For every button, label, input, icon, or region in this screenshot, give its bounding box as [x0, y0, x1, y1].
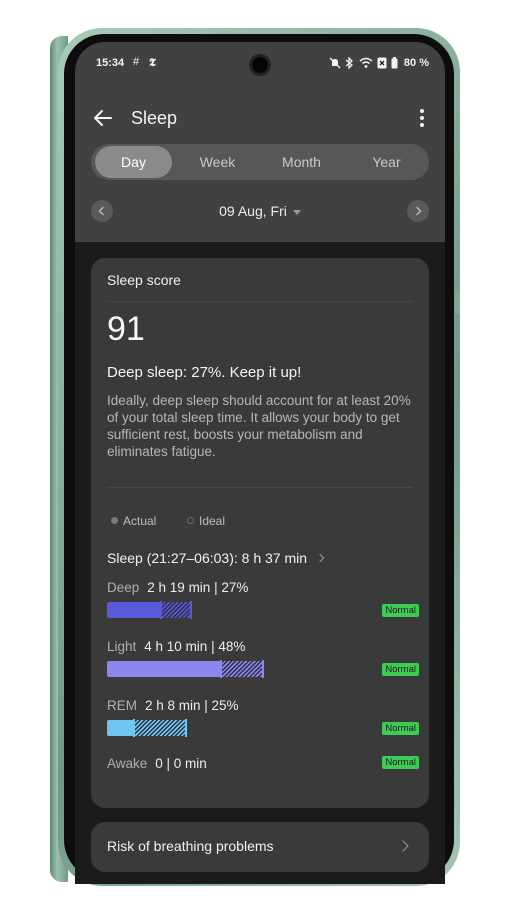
date-selector[interactable]: 09 Aug, Fri — [75, 203, 445, 219]
stage-bar-marker — [262, 660, 264, 678]
status-badge: Normal — [382, 756, 419, 769]
stage-bar-marker — [185, 719, 187, 737]
stage-label: Awake 0 | 0 min — [107, 756, 207, 771]
page-title: Sleep — [131, 108, 178, 128]
volume-button — [455, 140, 460, 180]
stage-name: Awake — [107, 756, 148, 771]
sleep-score-card: Sleep score 91 Deep sleep: 27%. Keep it … — [91, 258, 429, 808]
status-badge: Normal — [382, 722, 419, 735]
stage-bar-marker — [220, 660, 222, 678]
stage-name: Light — [107, 639, 137, 654]
sleep-stage-rem: REM 2 h 8 min | 25% Normal — [107, 698, 419, 748]
chevron-right-icon — [397, 840, 409, 852]
legend-ideal: Ideal — [187, 514, 225, 528]
battery-percentage: 80 % — [403, 57, 429, 69]
stage-bar — [107, 660, 347, 678]
stage-bar-ideal-range — [160, 602, 191, 618]
sleep-stage-deep: Deep 2 h 19 min | 27% Normal — [107, 580, 419, 630]
stage-name: Deep — [107, 580, 140, 595]
stage-bar-actual — [107, 661, 220, 677]
stage-label: Light 4 h 10 min | 48% — [107, 639, 245, 654]
next-day-button[interactable] — [407, 200, 429, 222]
legend-dot-ideal — [187, 517, 194, 524]
tab-month[interactable]: Month — [263, 146, 340, 178]
screen: 15:34 # 𝕿 80 % Sleep Day Week Month Year… — [75, 42, 445, 884]
mute-icon — [329, 57, 341, 69]
hash-icon: # — [133, 56, 140, 68]
stage-bar — [107, 719, 347, 737]
stage-bar-actual — [107, 720, 133, 736]
tab-week[interactable]: Week — [179, 146, 256, 178]
tab-day[interactable]: Day — [95, 146, 172, 178]
app-bar: Sleep — [75, 100, 445, 140]
period-tabs: Day Week Month Year — [91, 144, 429, 180]
chevron-right-icon — [415, 206, 422, 216]
legend-actual: Actual — [111, 514, 156, 528]
sleep-summary-link[interactable]: Sleep (21:27–06:03): 8 h 37 min — [107, 550, 325, 566]
sim-off-icon — [377, 57, 387, 69]
breathing-risk-card[interactable]: Risk of breathing problems — [91, 822, 429, 872]
stage-name: REM — [107, 698, 137, 713]
stage-label: REM 2 h 8 min | 25% — [107, 698, 239, 713]
stage-label: Deep 2 h 19 min | 27% — [107, 580, 248, 595]
status-time: 15:34 — [96, 57, 125, 69]
more-vert-icon[interactable] — [419, 106, 425, 130]
front-camera — [249, 54, 271, 76]
sleep-score-value: 91 — [107, 310, 145, 348]
stage-value: 4 h 10 min | 48% — [144, 639, 246, 654]
news-icon: 𝕿 — [149, 56, 156, 69]
stage-bar-marker — [133, 719, 135, 737]
legend-label: Actual — [123, 514, 157, 528]
back-arrow-icon[interactable] — [91, 106, 115, 130]
status-badge: Normal — [382, 604, 419, 617]
score-headline: Deep sleep: 27%. Keep it up! — [107, 364, 302, 381]
sleep-stage-light: Light 4 h 10 min | 48% Normal — [107, 639, 419, 689]
divider — [107, 301, 413, 302]
chevron-right-icon — [315, 553, 325, 563]
status-bar: 15:34 # 𝕿 80 % — [75, 42, 445, 86]
stage-bar-ideal-range — [220, 661, 263, 677]
date-navigator: 09 Aug, Fri — [75, 198, 445, 226]
stage-bar-marker — [190, 601, 192, 619]
stage-value: 2 h 19 min | 27% — [147, 580, 249, 595]
legend-dot-actual — [111, 517, 118, 524]
score-description: Ideally, deep sleep should account for a… — [107, 393, 411, 459]
caret-down-icon — [292, 209, 301, 215]
sleep-summary-text: Sleep (21:27–06:03): 8 h 37 min — [107, 550, 308, 566]
tab-year[interactable]: Year — [348, 146, 425, 178]
stage-value: 2 h 8 min | 25% — [145, 698, 239, 713]
stage-bar-ideal-range — [133, 720, 186, 736]
stage-bar-marker — [160, 601, 162, 619]
date-label: 09 Aug, Fri — [219, 203, 287, 219]
wifi-icon — [359, 57, 373, 68]
power-button — [455, 290, 460, 314]
card-title: Sleep score — [107, 272, 181, 288]
sleep-stage-awake: Awake 0 | 0 min Normal — [107, 756, 419, 806]
divider — [107, 487, 413, 488]
stage-bar-actual — [107, 602, 160, 618]
status-badge: Normal — [382, 663, 419, 676]
bluetooth-icon — [345, 57, 353, 69]
stage-value: 0 | 0 min — [155, 756, 207, 771]
battery-icon — [391, 57, 398, 69]
stage-bar — [107, 601, 347, 619]
breathing-risk-title: Risk of breathing problems — [107, 838, 274, 854]
legend-label: Ideal — [199, 514, 226, 528]
